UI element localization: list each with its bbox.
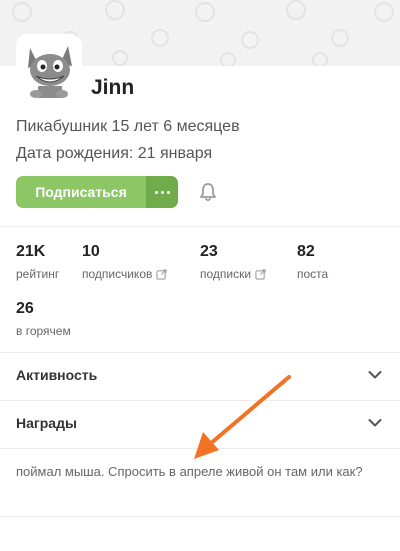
stat-value: 82 bbox=[297, 243, 315, 260]
stat-subscribers[interactable]: 10 подписчиков bbox=[82, 243, 168, 281]
stat-value: 21K bbox=[16, 243, 46, 260]
divider bbox=[0, 448, 400, 449]
more-options-button[interactable] bbox=[146, 176, 178, 208]
tenure-text: Пикабушник 15 лет 6 месяцев bbox=[16, 118, 240, 135]
stat-value: 26 bbox=[16, 300, 34, 317]
chevron-down-icon bbox=[368, 371, 382, 379]
stat-label: рейтинг bbox=[16, 267, 60, 281]
chevron-down-icon bbox=[368, 419, 382, 427]
username: Jinn bbox=[91, 76, 135, 99]
stat-rating: 21K рейтинг bbox=[16, 243, 59, 281]
section-title: Награды bbox=[16, 415, 77, 431]
avatar[interactable] bbox=[16, 34, 82, 100]
section-title: Активность bbox=[16, 367, 98, 383]
divider bbox=[0, 516, 400, 517]
stat-label: поста bbox=[297, 267, 329, 281]
bell-icon[interactable] bbox=[198, 182, 218, 202]
divider bbox=[0, 226, 400, 227]
section-activity[interactable]: Активность bbox=[0, 352, 400, 400]
stat-value: 23 bbox=[200, 243, 218, 260]
stat-posts: 82 поста bbox=[297, 243, 328, 281]
profile-bio: поймал мыша. Спросить в апреле живой он … bbox=[16, 464, 363, 479]
more-dots-icon bbox=[154, 190, 170, 194]
subscribe-button[interactable]: Подписаться bbox=[16, 176, 146, 208]
stat-label: подписчиков bbox=[82, 267, 153, 281]
cat-avatar-icon bbox=[16, 34, 82, 100]
stat-value: 10 bbox=[82, 243, 100, 260]
stat-subscriptions[interactable]: 23 подписки bbox=[200, 243, 266, 281]
stat-label: в горячем bbox=[16, 324, 71, 338]
stat-hot: 26 в горячем bbox=[16, 300, 71, 338]
stat-label: подписки bbox=[200, 267, 252, 281]
external-link-icon bbox=[255, 268, 266, 280]
subscribe-group: Подписаться bbox=[16, 176, 178, 208]
external-link-icon bbox=[156, 268, 168, 280]
birthday-text: Дата рождения: 21 января bbox=[16, 145, 213, 162]
section-awards[interactable]: Награды bbox=[0, 400, 400, 448]
